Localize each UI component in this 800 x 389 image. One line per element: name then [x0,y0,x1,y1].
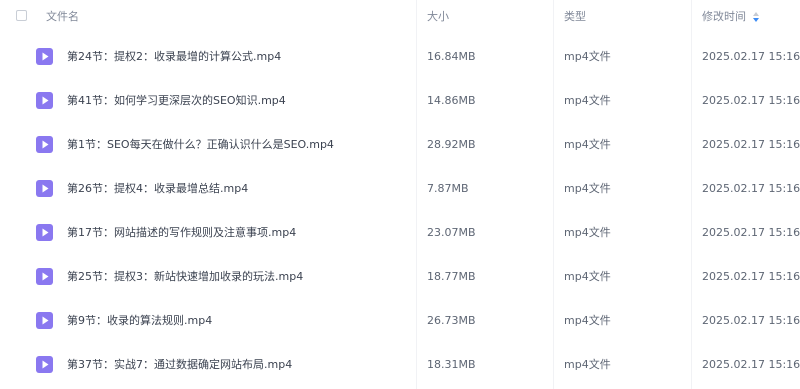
table-row[interactable]: 第26节：提权4：收录最增总结.mp4 7.87MB mp4文件 2025.02… [0,167,800,210]
file-size: 16.84MB [427,50,476,63]
file-modified-time: 2025.02.17 15:16 [702,138,800,151]
video-file-icon [36,48,53,65]
file-name[interactable]: 第24节：提权2：收录最增的计算公式.mp4 [67,35,281,78]
table-row[interactable]: 第41节：如何学习更深层次的SEO知识.mp4 14.86MB mp4文件 20… [0,79,800,122]
table-row[interactable]: 第17节：网站描述的写作规则及注意事项.mp4 23.07MB mp4文件 20… [0,211,800,254]
video-file-icon [36,312,53,329]
file-name[interactable]: 第41节：如何学习更深层次的SEO知识.mp4 [67,79,286,122]
video-file-icon [36,92,53,109]
sort-arrows-icon[interactable] [752,11,760,23]
select-all-checkbox[interactable] [16,10,27,21]
file-type: mp4文件 [564,358,611,371]
file-modified-time: 2025.02.17 15:16 [702,226,800,239]
file-name[interactable]: 第9节：收录的算法规则.mp4 [67,299,212,342]
file-name[interactable]: 第37节：实战7：通过数据确定网站布局.mp4 [67,343,292,386]
file-modified-time: 2025.02.17 15:16 [702,94,800,107]
file-modified-time: 2025.02.17 15:16 [702,314,800,327]
file-modified-time: 2025.02.17 15:16 [702,182,800,195]
file-name[interactable]: 第1节：SEO每天在做什么？正确认识什么是SEO.mp4 [67,123,334,166]
column-header-modified-time[interactable]: 修改时间 [702,0,746,33]
video-file-icon [36,356,53,373]
file-modified-time: 2025.02.17 15:16 [702,270,800,283]
file-name[interactable]: 第26节：提权4：收录最增总结.mp4 [67,167,248,210]
video-file-icon [36,180,53,197]
table-row[interactable]: 第25节：提权3：新站快速增加收录的玩法.mp4 18.77MB mp4文件 2… [0,255,800,298]
file-size: 28.92MB [427,138,476,151]
file-size: 23.07MB [427,226,476,239]
video-file-icon [36,136,53,153]
file-type: mp4文件 [564,226,611,239]
table-row[interactable]: 第1节：SEO每天在做什么？正确认识什么是SEO.mp4 28.92MB mp4… [0,123,800,166]
file-size: 14.86MB [427,94,476,107]
file-name[interactable]: 第25节：提权3：新站快速增加收录的玩法.mp4 [67,255,303,298]
table-header: 文件名 大小 类型 修改时间 [0,0,800,33]
column-header-size[interactable]: 大小 [427,0,449,33]
file-name[interactable]: 第17节：网站描述的写作规则及注意事项.mp4 [67,211,296,254]
file-size: 26.73MB [427,314,476,327]
column-header-name[interactable]: 文件名 [46,0,79,33]
file-type: mp4文件 [564,138,611,151]
file-modified-time: 2025.02.17 15:16 [702,50,800,63]
file-size: 18.77MB [427,270,476,283]
file-size: 18.31MB [427,358,476,371]
table-row[interactable]: 第37节：实战7：通过数据确定网站布局.mp4 18.31MB mp4文件 20… [0,343,800,386]
video-file-icon [36,224,53,241]
video-file-icon [36,268,53,285]
table-row[interactable]: 第24节：提权2：收录最增的计算公式.mp4 16.84MB mp4文件 202… [0,35,800,78]
table-row[interactable]: 第9节：收录的算法规则.mp4 26.73MB mp4文件 2025.02.17… [0,299,800,342]
column-header-type[interactable]: 类型 [564,0,586,33]
file-list-table: 文件名 大小 类型 修改时间 第24节：提权2：收录最增的计算公式.mp4 16… [0,0,800,389]
file-modified-time: 2025.02.17 15:16 [702,358,800,371]
file-type: mp4文件 [564,94,611,107]
file-type: mp4文件 [564,182,611,195]
file-type: mp4文件 [564,314,611,327]
file-size: 7.87MB [427,182,469,195]
file-type: mp4文件 [564,270,611,283]
file-type: mp4文件 [564,50,611,63]
